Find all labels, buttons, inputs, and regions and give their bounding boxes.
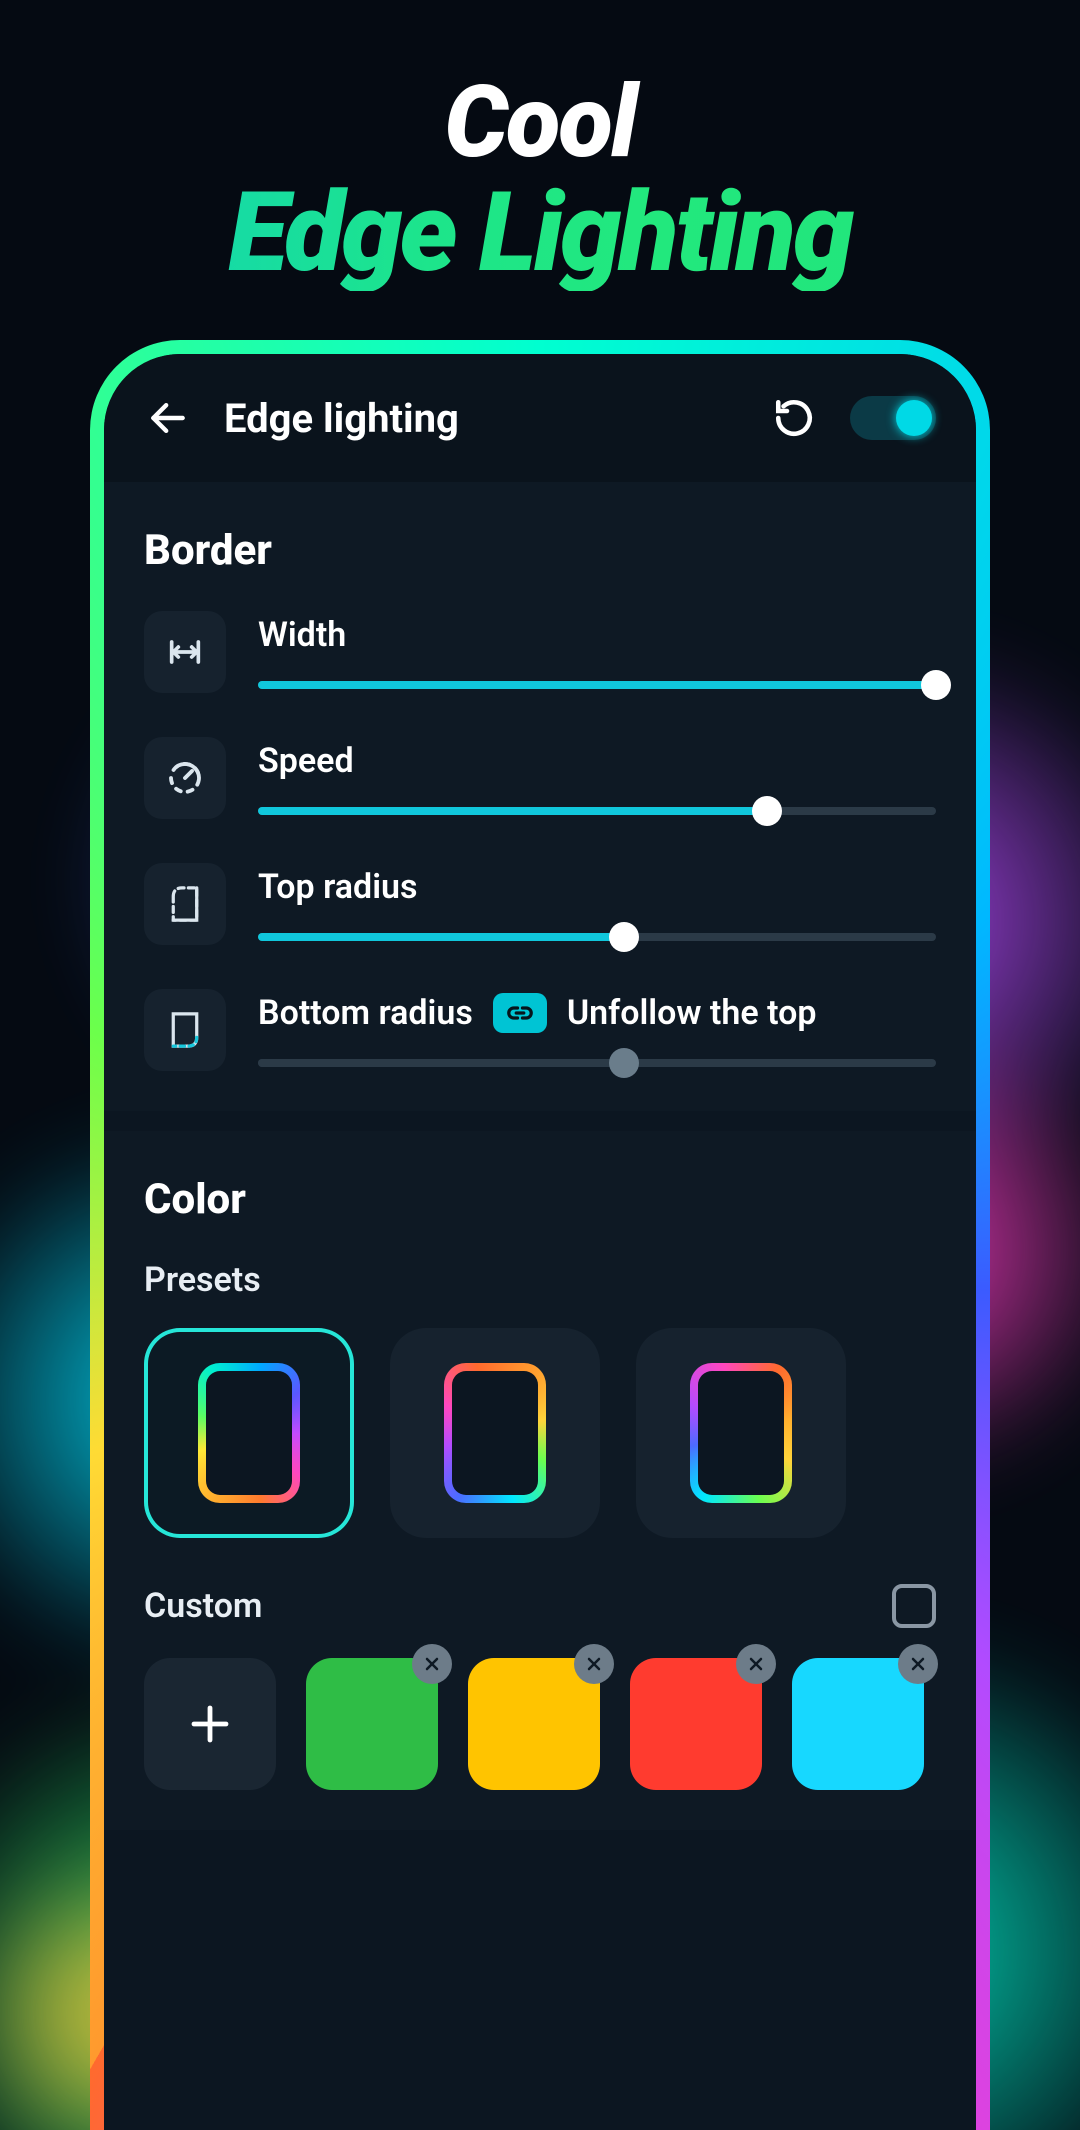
back-button[interactable] [140, 390, 196, 446]
border-heading: Border [144, 526, 936, 575]
remove-swatch-4[interactable] [898, 1644, 938, 1684]
close-icon [908, 1654, 928, 1674]
page-title: Edge lighting [224, 395, 738, 442]
remove-swatch-2[interactable] [574, 1644, 614, 1684]
top-radius-row: Top radius [144, 863, 936, 945]
top-radius-icon [144, 863, 226, 945]
unfollow-top-label: Unfollow the top [567, 993, 817, 1033]
preset-2[interactable] [390, 1328, 600, 1538]
remove-swatch-1[interactable] [412, 1644, 452, 1684]
app-bar: Edge lighting [104, 354, 976, 482]
add-color-button[interactable] [144, 1658, 276, 1790]
bottom-radius-label: Bottom radius [258, 993, 473, 1033]
color-swatch-1[interactable] [306, 1658, 438, 1790]
color-heading: Color [144, 1175, 936, 1224]
remove-swatch-3[interactable] [736, 1644, 776, 1684]
link-icon [505, 1003, 535, 1023]
arrow-left-icon [146, 396, 190, 440]
link-top-bottom-toggle[interactable] [493, 993, 547, 1033]
presets-label: Presets [144, 1260, 936, 1300]
close-icon [422, 1654, 442, 1674]
preset-row [144, 1328, 936, 1538]
custom-label: Custom [144, 1586, 262, 1626]
width-label: Width [258, 615, 346, 655]
custom-checkbox[interactable] [892, 1584, 936, 1628]
speed-slider[interactable] [258, 807, 936, 815]
headline-line-2: Edge Lighting [0, 175, 1080, 291]
enable-toggle[interactable] [850, 396, 936, 440]
preset-3[interactable] [636, 1328, 846, 1538]
plus-icon [186, 1700, 234, 1748]
refresh-icon [773, 397, 815, 439]
bottom-radius-row: Bottom radius Unfollow the top [144, 989, 936, 1071]
top-radius-slider[interactable] [258, 933, 936, 941]
width-slider[interactable] [258, 681, 936, 689]
close-icon [746, 1654, 766, 1674]
speed-label: Speed [258, 741, 354, 781]
headline-line-1: Cool [0, 70, 1080, 175]
speed-row: Speed [144, 737, 936, 819]
toggle-knob [896, 400, 932, 436]
color-swatch-4[interactable] [792, 1658, 924, 1790]
phone-rainbow-border: Edge lighting Border Width [90, 340, 990, 2130]
color-swatch-2[interactable] [468, 1658, 600, 1790]
bottom-radius-slider [258, 1059, 936, 1067]
color-section: Color Presets Custom [104, 1131, 976, 1830]
speed-icon [144, 737, 226, 819]
width-icon [144, 611, 226, 693]
phone-screen: Edge lighting Border Width [104, 354, 976, 2130]
top-radius-label: Top radius [258, 867, 417, 907]
promo-headline: Cool Edge Lighting [0, 70, 1080, 291]
color-swatch-3[interactable] [630, 1658, 762, 1790]
custom-swatch-row [144, 1658, 936, 1790]
bottom-radius-icon [144, 989, 226, 1071]
preset-1[interactable] [144, 1328, 354, 1538]
reset-button[interactable] [766, 390, 822, 446]
close-icon [584, 1654, 604, 1674]
border-section: Border Width [104, 482, 976, 1111]
width-row: Width [144, 611, 936, 693]
